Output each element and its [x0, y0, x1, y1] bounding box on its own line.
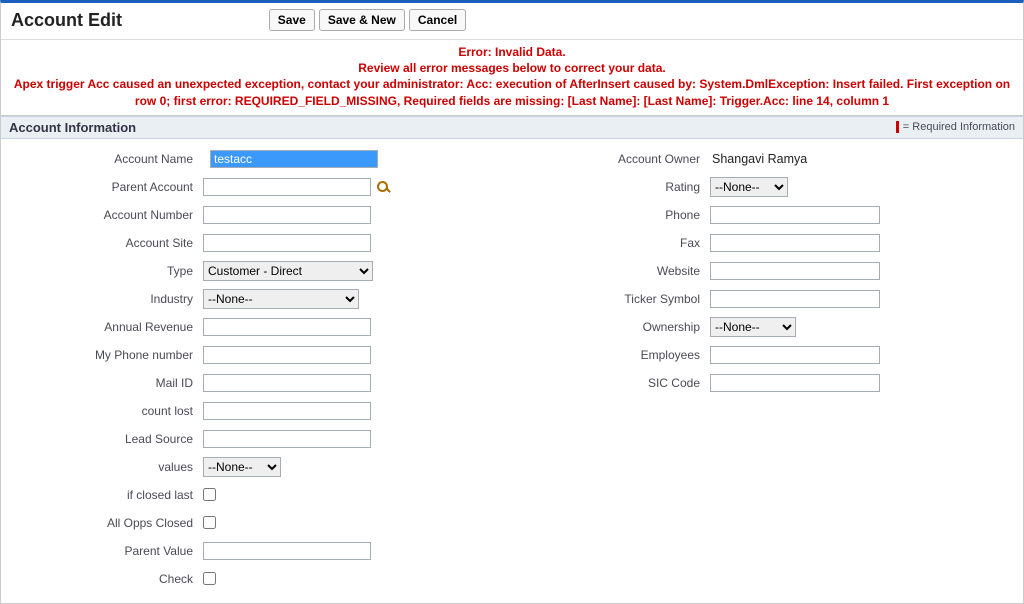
mail-id-input[interactable] [203, 374, 371, 392]
row-website: Website [512, 257, 1019, 285]
fax-input[interactable] [710, 234, 880, 252]
row-industry: Industry --None-- [5, 285, 512, 313]
section-header: Account Information = Required Informati… [1, 116, 1023, 139]
label-sic-code: SIC Code [512, 376, 710, 390]
label-rating: Rating [512, 180, 710, 194]
employees-input[interactable] [710, 346, 880, 364]
lead-source-input[interactable] [203, 430, 371, 448]
row-account-number: Account Number [5, 201, 512, 229]
ownership-select[interactable]: --None-- [710, 317, 796, 337]
lookup-icon[interactable] [375, 179, 391, 195]
account-number-input[interactable] [203, 206, 371, 224]
label-website: Website [512, 264, 710, 278]
label-account-name: Account Name [5, 152, 203, 166]
account-name-input[interactable] [210, 150, 378, 168]
all-opps-closed-checkbox[interactable] [203, 516, 216, 529]
header-buttons: Save Save & New Cancel [269, 9, 466, 31]
label-phone: Phone [512, 208, 710, 222]
row-type: Type Customer - Direct [5, 257, 512, 285]
account-edit-page: Account Edit Save Save & New Cancel Erro… [0, 0, 1024, 604]
page-title: Account Edit [11, 10, 122, 31]
left-column: Account Name Parent Account Account Numb… [5, 145, 512, 593]
cancel-button[interactable]: Cancel [409, 9, 466, 31]
website-input[interactable] [710, 262, 880, 280]
row-all-opps-closed: All Opps Closed [5, 509, 512, 537]
row-fax: Fax [512, 229, 1019, 257]
row-account-owner: Account Owner Shangavi Ramya [512, 145, 1019, 173]
annual-revenue-input[interactable] [203, 318, 371, 336]
row-annual-revenue: Annual Revenue [5, 313, 512, 341]
label-mail-id: Mail ID [5, 376, 203, 390]
my-phone-input[interactable] [203, 346, 371, 364]
if-closed-last-checkbox[interactable] [203, 488, 216, 501]
row-account-site: Account Site [5, 229, 512, 257]
save-and-new-button[interactable]: Save & New [319, 9, 405, 31]
row-sic-code: SIC Code [512, 369, 1019, 397]
required-indicator-icon [896, 121, 899, 133]
label-account-site: Account Site [5, 236, 203, 250]
parent-value-input[interactable] [203, 542, 371, 560]
label-account-number: Account Number [5, 208, 203, 222]
label-type: Type [5, 264, 203, 278]
account-site-input[interactable] [203, 234, 371, 252]
label-values: values [5, 460, 203, 474]
error-subtitle: Review all error messages below to corre… [5, 60, 1019, 76]
count-lost-input[interactable] [203, 402, 371, 420]
label-if-closed-last: if closed last [5, 488, 203, 502]
rating-select[interactable]: --None-- [710, 177, 788, 197]
values-select[interactable]: --None-- [203, 457, 281, 477]
row-count-lost: count lost [5, 397, 512, 425]
label-my-phone: My Phone number [5, 348, 203, 362]
row-lead-source: Lead Source [5, 425, 512, 453]
error-title: Error: Invalid Data. [5, 44, 1019, 60]
row-employees: Employees [512, 341, 1019, 369]
row-my-phone: My Phone number [5, 341, 512, 369]
error-message: Error: Invalid Data. Review all error me… [1, 40, 1023, 116]
label-employees: Employees [512, 348, 710, 362]
industry-select[interactable]: --None-- [203, 289, 359, 309]
sic-code-input[interactable] [710, 374, 880, 392]
error-detail: Apex trigger Acc caused an unexpected ex… [5, 76, 1019, 108]
row-mail-id: Mail ID [5, 369, 512, 397]
row-if-closed-last: if closed last [5, 481, 512, 509]
control-parent-account [203, 178, 391, 196]
row-rating: Rating --None-- [512, 173, 1019, 201]
label-ownership: Ownership [512, 320, 710, 334]
section-title: Account Information [9, 120, 136, 135]
type-select[interactable]: Customer - Direct [203, 261, 373, 281]
label-lead-source: Lead Source [5, 432, 203, 446]
form-body: Account Name Parent Account Account Numb… [1, 139, 1023, 603]
row-parent-account: Parent Account [5, 173, 512, 201]
row-account-name: Account Name [5, 145, 512, 173]
row-ticker-symbol: Ticker Symbol [512, 285, 1019, 313]
required-legend-text: = Required Information [903, 121, 1015, 133]
label-parent-account: Parent Account [5, 180, 203, 194]
row-parent-value: Parent Value [5, 537, 512, 565]
row-check: Check [5, 565, 512, 593]
page-header: Account Edit Save Save & New Cancel [1, 3, 1023, 40]
right-column: Account Owner Shangavi Ramya Rating --No… [512, 145, 1019, 593]
label-count-lost: count lost [5, 404, 203, 418]
row-ownership: Ownership --None-- [512, 313, 1019, 341]
check-checkbox[interactable] [203, 572, 216, 585]
parent-account-input[interactable] [203, 178, 371, 196]
row-values: values --None-- [5, 453, 512, 481]
label-account-owner: Account Owner [512, 152, 710, 166]
label-fax: Fax [512, 236, 710, 250]
label-all-opps-closed: All Opps Closed [5, 516, 203, 530]
save-button[interactable]: Save [269, 9, 315, 31]
label-industry: Industry [5, 292, 203, 306]
row-phone: Phone [512, 201, 1019, 229]
required-legend: = Required Information [896, 121, 1015, 133]
label-parent-value: Parent Value [5, 544, 203, 558]
account-owner-value: Shangavi Ramya [710, 152, 807, 166]
label-annual-revenue: Annual Revenue [5, 320, 203, 334]
phone-input[interactable] [710, 206, 880, 224]
ticker-symbol-input[interactable] [710, 290, 880, 308]
label-check: Check [5, 572, 203, 586]
label-ticker-symbol: Ticker Symbol [512, 292, 710, 306]
control-account-name [203, 150, 378, 168]
